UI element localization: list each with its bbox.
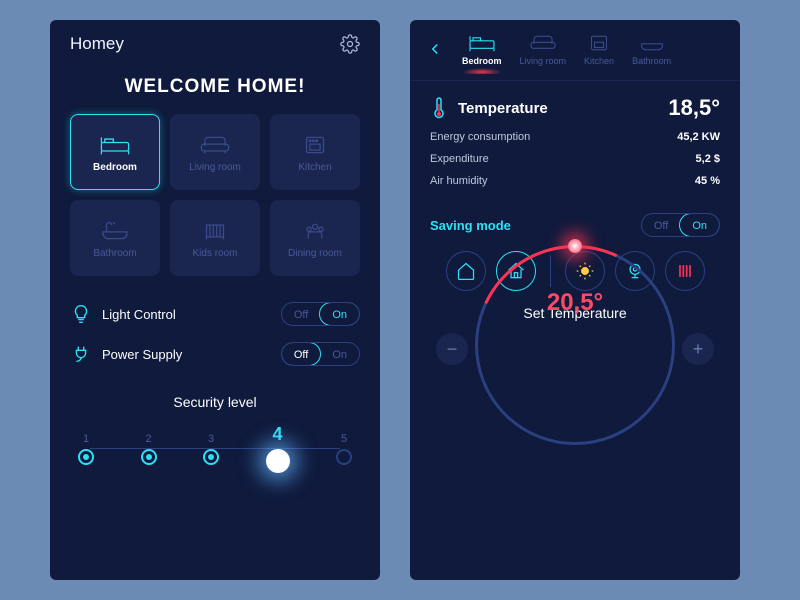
- plug-icon: [70, 343, 92, 365]
- security-title: Security level: [70, 394, 360, 410]
- bed-icon: [98, 132, 132, 158]
- settings-icon[interactable]: [340, 34, 360, 54]
- security-level-3[interactable]: 3: [203, 433, 219, 465]
- room-detail-screen: Bedroom Living room Kitchen Bathroom Tem…: [410, 20, 740, 580]
- room-grid: Bedroom Living room Kitchen Bathroom Kid…: [50, 114, 380, 276]
- security-level-4[interactable]: 4: [266, 424, 290, 473]
- saving-off[interactable]: Off: [642, 214, 680, 236]
- room-kids-room[interactable]: Kids room: [170, 200, 260, 276]
- temperature-dial[interactable]: 20,5°: [475, 245, 675, 445]
- stat-energy: Energy consumption45,2 KW: [430, 131, 720, 143]
- temp-increase-button[interactable]: +: [682, 333, 714, 365]
- home-icon: [456, 261, 476, 281]
- header: Homey: [50, 20, 380, 68]
- dial-value: 20,5°: [475, 289, 675, 317]
- back-icon[interactable]: [426, 40, 444, 58]
- room-living-room[interactable]: Living room: [170, 114, 260, 190]
- room-label: Dining room: [288, 248, 342, 259]
- dining-icon: [298, 218, 332, 244]
- oven-icon: [298, 132, 332, 158]
- saving-toggle[interactable]: Off On: [641, 213, 720, 237]
- security-level-2[interactable]: 2: [141, 433, 157, 465]
- room-label: Bedroom: [93, 162, 137, 173]
- room-label: Kids room: [192, 248, 237, 259]
- room-dining-room[interactable]: Dining room: [270, 200, 360, 276]
- light-control-label: Light Control: [102, 307, 176, 322]
- power-off[interactable]: Off: [281, 342, 321, 366]
- dial-knob[interactable]: [568, 239, 582, 253]
- room-bedroom[interactable]: Bedroom: [70, 114, 160, 190]
- stat-humidity: Air humidity45 %: [430, 175, 720, 187]
- oven-icon: [584, 32, 614, 54]
- bath-icon: [98, 218, 132, 244]
- power-on[interactable]: On: [320, 343, 359, 365]
- security-levels: 1 2 3 4 5: [70, 424, 360, 473]
- sofa-icon: [528, 32, 558, 54]
- temperature-panel: Temperature 18,5° Energy consumption45,2…: [410, 81, 740, 201]
- light-toggle[interactable]: Off On: [281, 302, 360, 326]
- room-label: Bathroom: [93, 248, 136, 259]
- bath-icon: [637, 32, 667, 54]
- radiator-icon: [675, 261, 695, 281]
- app-title: Homey: [70, 34, 124, 54]
- room-label: Kitchen: [298, 162, 331, 173]
- power-toggle[interactable]: Off On: [281, 342, 360, 366]
- saving-mode-label: Saving mode: [430, 218, 511, 233]
- temperature-value: 18,5°: [668, 95, 720, 121]
- room-label: Living room: [189, 162, 241, 173]
- crib-icon: [198, 218, 232, 244]
- saving-on[interactable]: On: [679, 213, 720, 237]
- tab-living-room[interactable]: Living room: [520, 32, 567, 66]
- set-temperature-section: Set Temperature − + 20,5°: [410, 291, 740, 365]
- room-kitchen[interactable]: Kitchen: [270, 114, 360, 190]
- light-off[interactable]: Off: [282, 303, 320, 325]
- bed-icon: [467, 32, 497, 54]
- welcome-title: Welcome Home!: [50, 76, 380, 98]
- light-on[interactable]: On: [319, 302, 360, 326]
- quick-controls: Light Control Off On Power Supply Off On: [50, 276, 380, 384]
- stat-expenditure: Expenditure5,2 $: [430, 153, 720, 165]
- bulb-icon: [70, 303, 92, 325]
- room-bathroom[interactable]: Bathroom: [70, 200, 160, 276]
- light-control-row: Light Control Off On: [70, 294, 360, 334]
- power-control-label: Power Supply: [102, 347, 182, 362]
- sofa-icon: [198, 132, 232, 158]
- security-section: Security level 1 2 3 4 5: [50, 384, 380, 473]
- temp-decrease-button[interactable]: −: [436, 333, 468, 365]
- temperature-title: Temperature: [458, 100, 548, 117]
- room-tabs: Bedroom Living room Kitchen Bathroom: [410, 20, 740, 74]
- power-control-row: Power Supply Off On: [70, 334, 360, 374]
- home-screen: Homey Welcome Home! Bedroom Living room …: [50, 20, 380, 580]
- tab-kitchen[interactable]: Kitchen: [584, 32, 614, 66]
- security-level-1[interactable]: 1: [78, 433, 94, 465]
- security-level-5[interactable]: 5: [336, 433, 352, 465]
- tab-bathroom[interactable]: Bathroom: [632, 32, 671, 66]
- thermometer-icon: [430, 96, 448, 120]
- tab-bedroom[interactable]: Bedroom: [462, 32, 502, 66]
